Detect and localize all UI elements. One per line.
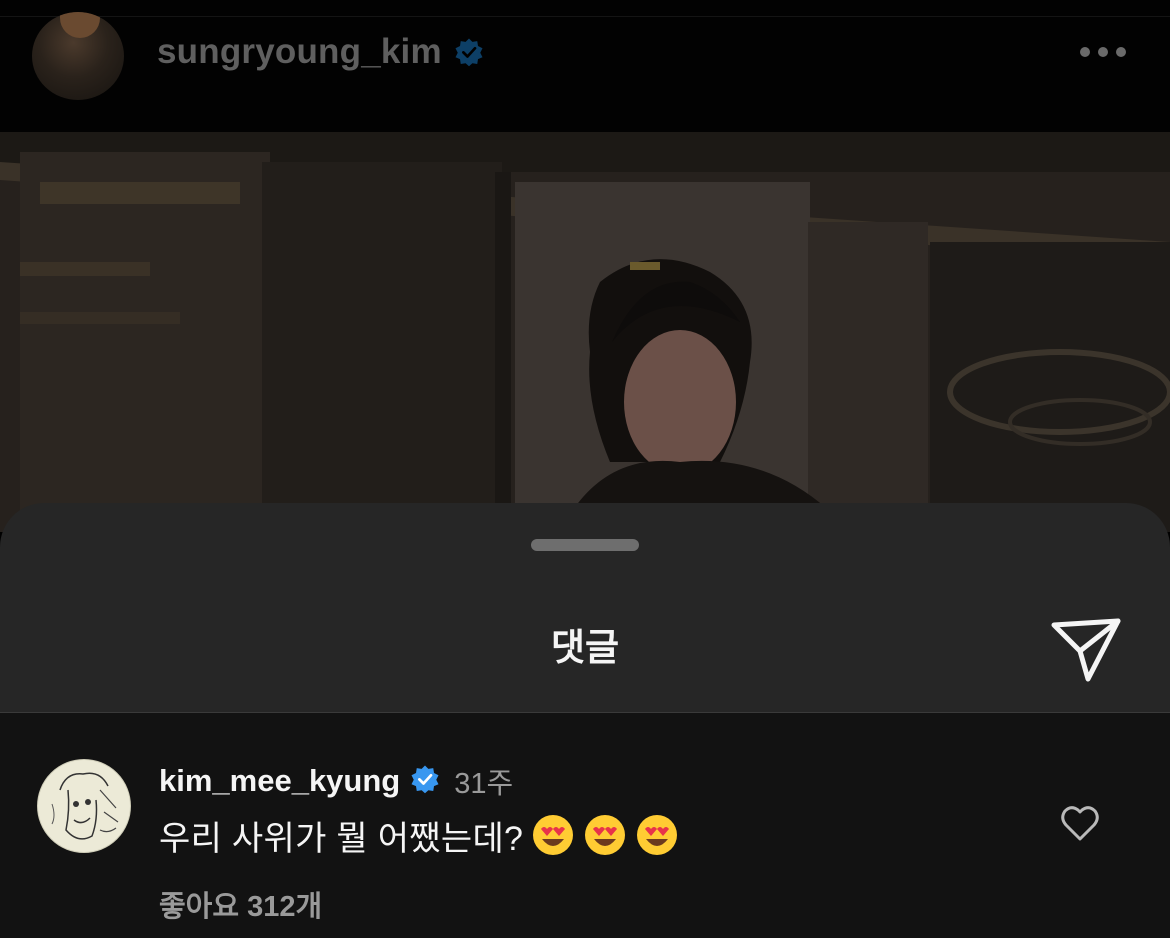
post-author-row: sungryoung_kim — [157, 30, 484, 74]
comment-item: kim_mee_kyung 31주 우리 사위가 뭘 어쨌는데? 좋아요 312… — [0, 713, 1170, 938]
heart-outline-icon[interactable] — [1058, 801, 1102, 845]
comment-header: kim_mee_kyung 31주 — [159, 761, 513, 801]
comments-sheet: 댓글 kim_mee_kyung 31주 우리 사위가 뭘 어쨌는데? 좋아요 … — [0, 503, 1170, 938]
commenter-username[interactable]: kim_mee_kyung — [159, 763, 400, 799]
paper-plane-icon[interactable] — [1048, 613, 1124, 683]
comment-timestamp: 31주 — [454, 768, 514, 800]
header-divider — [0, 16, 1170, 17]
instagram-screen: sungryoung_kim 댓글 kim_mee_kyung 31주 우리 사… — [0, 0, 1170, 938]
post-author-username[interactable]: sungryoung_kim — [157, 32, 442, 72]
verified-badge-icon — [410, 764, 440, 799]
comment-body: 우리 사위가 뭘 어쨌는데? — [159, 813, 679, 858]
heart-eyes-emoji-icon — [585, 815, 626, 855]
sheet-title: 댓글 — [550, 627, 620, 668]
ellipsis-icon[interactable] — [1080, 44, 1130, 60]
comment-like-count[interactable]: 좋아요 312개 — [159, 883, 322, 925]
post-author-avatar[interactable] — [32, 12, 124, 100]
verified-badge-icon — [454, 37, 484, 67]
sheet-drag-handle[interactable] — [531, 539, 639, 551]
commenter-avatar[interactable] — [37, 759, 131, 853]
post-photo[interactable] — [0, 132, 1170, 532]
comment-text: 우리 사위가 뭘 어쨌는데? — [159, 819, 524, 858]
heart-eyes-emoji-icon — [533, 815, 574, 855]
post-header: sungryoung_kim — [0, 0, 1170, 132]
heart-eyes-emoji-icon — [637, 815, 678, 855]
